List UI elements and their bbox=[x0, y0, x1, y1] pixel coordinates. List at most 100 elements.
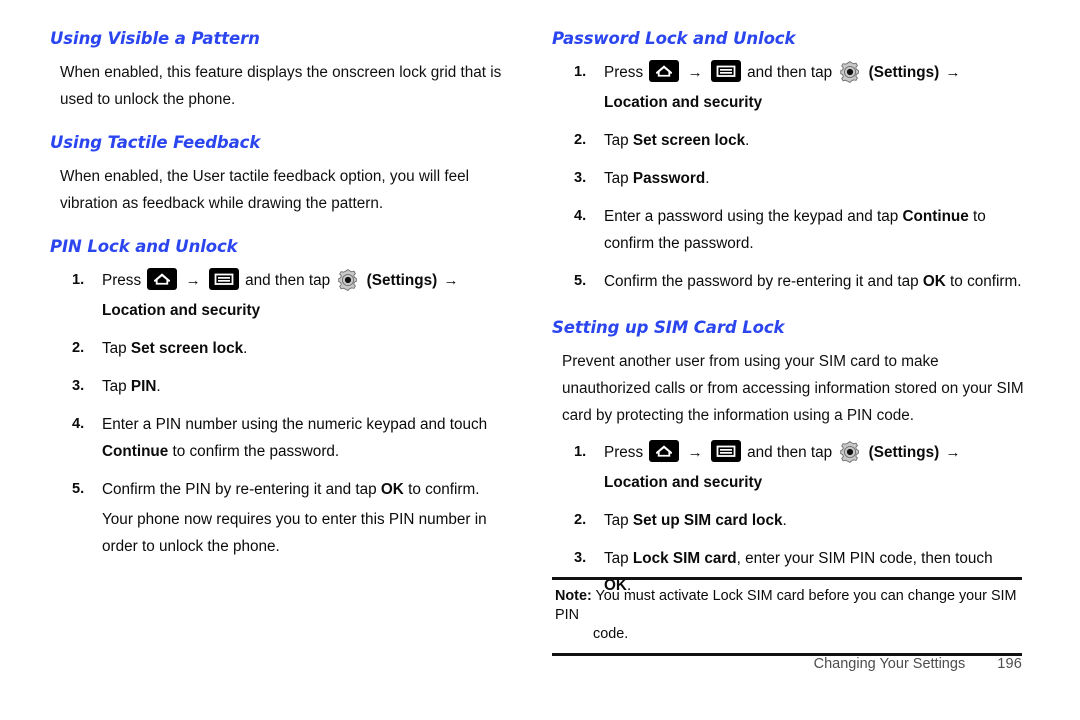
heading-using-visible-a-pattern: Using Visible a Pattern bbox=[50, 29, 260, 48]
gear-settings-icon bbox=[838, 60, 862, 84]
step-text-post: . bbox=[156, 378, 161, 396]
step-text-post: , enter your SIM PIN code, then touch bbox=[736, 550, 993, 568]
step-text-pre: Tap bbox=[604, 512, 633, 530]
arrow-icon: → bbox=[687, 444, 703, 462]
step-text-pre: Enter a password using the keypad and ta… bbox=[604, 208, 903, 226]
step-text-post: to confirm. bbox=[403, 481, 480, 499]
step-number: 3. bbox=[574, 550, 587, 567]
list-item: 2. Tap Set screen lock. bbox=[552, 127, 1024, 154]
arrow-icon: → bbox=[687, 64, 703, 82]
list-item: 5. Confirm the password by re-entering i… bbox=[552, 268, 1024, 295]
list-item: 4. Enter a password using the keypad and… bbox=[552, 203, 1024, 257]
step-text-post: to confirm. bbox=[945, 273, 1022, 291]
step-text-bold: Password bbox=[632, 170, 706, 188]
list-item: 1. Press → and then tap (Settings) → Loc… bbox=[552, 439, 1024, 496]
right-column: Password Lock and Unlock 1. Press → and … bbox=[552, 29, 1024, 599]
home-icon bbox=[147, 268, 178, 291]
step-text-post: . bbox=[243, 340, 248, 358]
step-subline: Location and security bbox=[604, 474, 763, 492]
step-text-bold: Set screen lock bbox=[632, 132, 746, 150]
arrow-icon: → bbox=[945, 64, 961, 82]
steps-password-lock: 1. Press → and then tap (Settings) → Loc… bbox=[552, 59, 1024, 295]
heading-password-lock-and-unlock: Password Lock and Unlock bbox=[552, 29, 796, 48]
step-text-mid: and then tap bbox=[747, 64, 833, 82]
step-text-pre: Press bbox=[604, 444, 644, 462]
note-content: Note: You must activate Lock SIM card be… bbox=[552, 587, 1022, 644]
step-number: 1. bbox=[574, 64, 587, 81]
menu-icon bbox=[710, 440, 741, 463]
step-text-pre: Enter a PIN number using the numeric key… bbox=[102, 416, 488, 434]
step-text-pre: Tap bbox=[102, 378, 131, 396]
step-number: 5. bbox=[574, 273, 587, 290]
menu-icon bbox=[208, 268, 239, 291]
steps-sim-card-lock: 1. Press → and then tap (Settings) → Loc… bbox=[552, 439, 1024, 599]
step-text-settings: (Settings) bbox=[366, 272, 438, 290]
manual-page: Using Visible a Pattern When enabled, th… bbox=[0, 0, 1080, 720]
paragraph-using-visible-a-pattern: When enabled, this feature displays the … bbox=[60, 64, 502, 109]
step-text-pre: Press bbox=[604, 64, 644, 82]
step-number: 2. bbox=[574, 132, 587, 149]
list-item: 2. Tap Set screen lock. bbox=[50, 335, 522, 362]
note-block: Note: You must activate Lock SIM card be… bbox=[552, 577, 1022, 656]
step-number: 2. bbox=[72, 340, 85, 357]
list-item: 3. Tap PIN. bbox=[50, 373, 522, 400]
step-text-post: to confirm the password. bbox=[168, 443, 340, 461]
list-item: 4. Enter a PIN number using the numeric … bbox=[50, 411, 522, 465]
step-text-pre: Tap bbox=[604, 170, 633, 188]
step-text-bold: Set up SIM card lock bbox=[632, 512, 783, 530]
list-item: 2. Tap Set up SIM card lock. bbox=[552, 507, 1024, 534]
step-subline: Your phone now requires you to enter thi… bbox=[102, 511, 487, 556]
menu-icon bbox=[710, 60, 741, 83]
step-number: 1. bbox=[72, 272, 85, 289]
heading-setting-up-sim-card-lock: Setting up SIM Card Lock bbox=[552, 318, 785, 338]
step-text-bold: Continue bbox=[102, 443, 169, 461]
step-text-bold: OK bbox=[380, 481, 404, 499]
arrow-icon: → bbox=[945, 444, 961, 462]
paragraph-using-tactile-feedback: When enabled, the User tactile feedback … bbox=[60, 168, 470, 213]
note-text-line2: code. bbox=[593, 626, 629, 642]
step-number: 4. bbox=[72, 416, 85, 433]
gear-settings-icon bbox=[336, 268, 360, 292]
gear-settings-icon bbox=[838, 440, 862, 464]
step-text-pre: Tap bbox=[604, 550, 633, 568]
step-number: 3. bbox=[574, 170, 587, 187]
step-text-pre: Tap bbox=[604, 132, 633, 150]
step-text-pre: Confirm the password by re-entering it a… bbox=[604, 273, 923, 291]
step-text-bold: Set screen lock bbox=[130, 340, 244, 358]
arrow-icon: → bbox=[185, 272, 201, 290]
step-number: 3. bbox=[72, 378, 85, 395]
list-item: 1. Press → and then tap (Settings) → Loc… bbox=[50, 267, 522, 324]
footer-page-number: 196 bbox=[997, 656, 1022, 672]
step-text-pre: Press bbox=[102, 272, 142, 290]
step-number: 2. bbox=[574, 512, 587, 529]
footer-chapter-title: Changing Your Settings bbox=[813, 656, 966, 672]
step-text-pre: Confirm the PIN by re-entering it and ta… bbox=[102, 481, 381, 499]
step-number: 5. bbox=[72, 481, 85, 498]
step-text-bold: Continue bbox=[902, 208, 969, 226]
home-icon bbox=[649, 60, 680, 83]
step-text-bold: PIN bbox=[130, 378, 157, 396]
heading-pin-lock-and-unlock: PIN Lock and Unlock bbox=[50, 237, 238, 257]
arrow-icon: → bbox=[443, 272, 459, 290]
step-text-post: . bbox=[782, 512, 787, 530]
step-text-mid: and then tap bbox=[747, 444, 833, 462]
step-text-settings: (Settings) bbox=[868, 64, 940, 82]
list-item: 3. Tap Password. bbox=[552, 165, 1024, 192]
step-subline: Location and security bbox=[102, 302, 261, 320]
step-text-pre: Tap bbox=[102, 340, 131, 358]
step-text-settings: (Settings) bbox=[868, 444, 940, 462]
step-text-bold: Lock SIM card bbox=[632, 550, 737, 568]
step-text-post: . bbox=[745, 132, 750, 150]
step-number: 4. bbox=[574, 208, 587, 225]
left-column: Using Visible a Pattern When enabled, th… bbox=[50, 29, 522, 560]
step-text-post: . bbox=[705, 170, 710, 188]
step-text-mid: and then tap bbox=[245, 272, 331, 290]
list-item: 5. Confirm the PIN by re-entering it and… bbox=[50, 476, 522, 560]
paragraph-setting-up-sim-card-lock: Prevent another user from using your SIM… bbox=[562, 353, 1024, 425]
page-footer: Changing Your Settings 196 bbox=[0, 656, 1022, 672]
step-subline: Location and security bbox=[604, 94, 763, 112]
note-text-line1: You must activate Lock SIM card before y… bbox=[555, 588, 1017, 623]
list-item: 1. Press → and then tap (Settings) → Loc… bbox=[552, 59, 1024, 116]
heading-using-tactile-feedback: Using Tactile Feedback bbox=[50, 133, 261, 153]
steps-pin-lock: 1. Press → and then tap (Settings) → Loc… bbox=[50, 267, 522, 560]
